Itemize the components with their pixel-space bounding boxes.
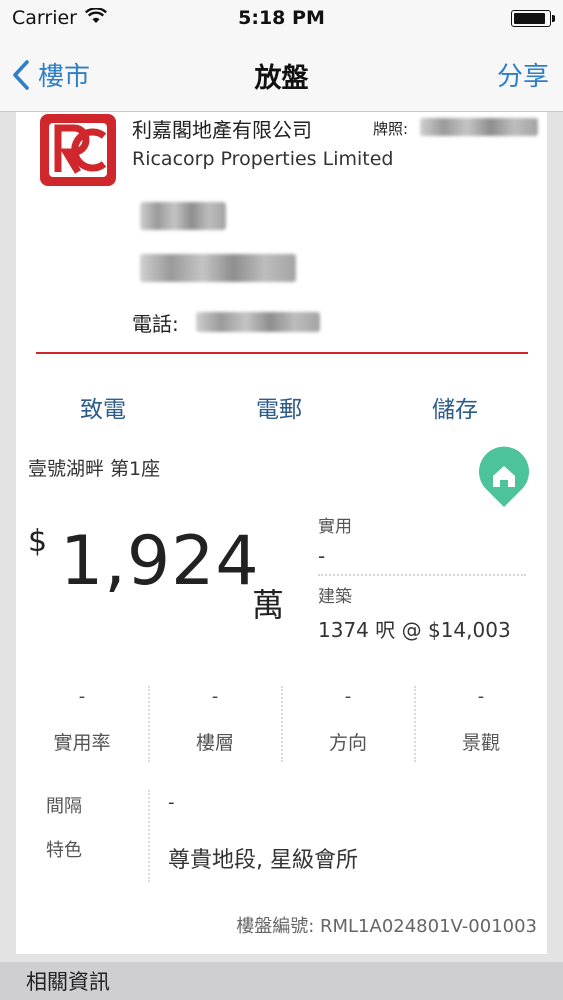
property-name: 壹號湖畔 第1座 bbox=[28, 458, 161, 480]
direction-label: 方向 bbox=[328, 732, 367, 754]
carrier-label: Carrier bbox=[12, 7, 77, 29]
listing-card: 利嘉閣地產有限公司 牌照: Ricacorp Properties Limite… bbox=[16, 112, 547, 954]
efficiency-value: - bbox=[78, 686, 86, 707]
layout-label: 間隔 bbox=[46, 796, 82, 817]
status-bar: Carrier 5:18 PM bbox=[0, 0, 563, 36]
floor-value: - bbox=[211, 686, 219, 707]
email-button[interactable]: 電郵 bbox=[256, 390, 302, 424]
status-left: Carrier bbox=[12, 7, 108, 29]
features-value: 尊貴地段, 星級會所 bbox=[168, 848, 358, 873]
price-unit: 萬 bbox=[252, 586, 285, 624]
spec-divider bbox=[318, 574, 526, 576]
gross-area-value: 1374 呎 @ $14,003 bbox=[318, 618, 511, 642]
view-label: 景觀 bbox=[461, 732, 500, 754]
agent-name-redacted bbox=[140, 202, 226, 230]
floor-label: 樓層 bbox=[195, 732, 234, 754]
saleable-area-label: 實用 bbox=[318, 517, 352, 537]
features-label: 特色 bbox=[46, 840, 82, 861]
direction-value: - bbox=[344, 686, 352, 707]
saleable-area-value: - bbox=[318, 544, 326, 568]
navigation-bar: 樓市 放盤 分享 bbox=[0, 36, 563, 112]
currency-symbol: $ bbox=[28, 524, 48, 559]
save-button[interactable]: 儲存 bbox=[432, 390, 478, 424]
chevron-left-icon bbox=[13, 59, 29, 90]
phone-number-redacted bbox=[196, 312, 320, 332]
gross-area-label: 建築 bbox=[318, 587, 352, 607]
wifi-icon bbox=[84, 7, 108, 29]
agency-logo-icon bbox=[40, 114, 116, 186]
layout-value: - bbox=[168, 792, 175, 813]
agency-name-zh: 利嘉閣地產有限公司 bbox=[132, 118, 312, 142]
call-button[interactable]: 致電 bbox=[80, 390, 126, 424]
map-pin-icon[interactable] bbox=[476, 445, 532, 509]
license-number-redacted bbox=[420, 118, 538, 136]
share-button[interactable]: 分享 bbox=[497, 56, 549, 93]
price-value: 1,924 bbox=[60, 522, 260, 601]
phone-label: 電話: bbox=[132, 312, 179, 336]
related-info-title: 相關資訊 bbox=[26, 970, 110, 994]
detail-divider bbox=[148, 790, 150, 882]
agency-divider bbox=[36, 352, 528, 354]
agency-name-en: Ricacorp Properties Limited bbox=[132, 148, 394, 170]
related-info-header: 相關資訊 bbox=[0, 962, 563, 1000]
agent-id-redacted bbox=[140, 254, 296, 282]
battery-icon bbox=[511, 9, 555, 27]
efficiency-label: 實用率 bbox=[53, 732, 111, 754]
license-label: 牌照: bbox=[373, 120, 409, 138]
back-button[interactable]: 樓市 bbox=[12, 56, 90, 93]
view-value: - bbox=[477, 686, 485, 707]
back-label: 樓市 bbox=[38, 62, 91, 92]
listing-number: 樓盤編號: RML1A024801V-001003 bbox=[236, 916, 537, 937]
battery-level bbox=[514, 12, 545, 24]
